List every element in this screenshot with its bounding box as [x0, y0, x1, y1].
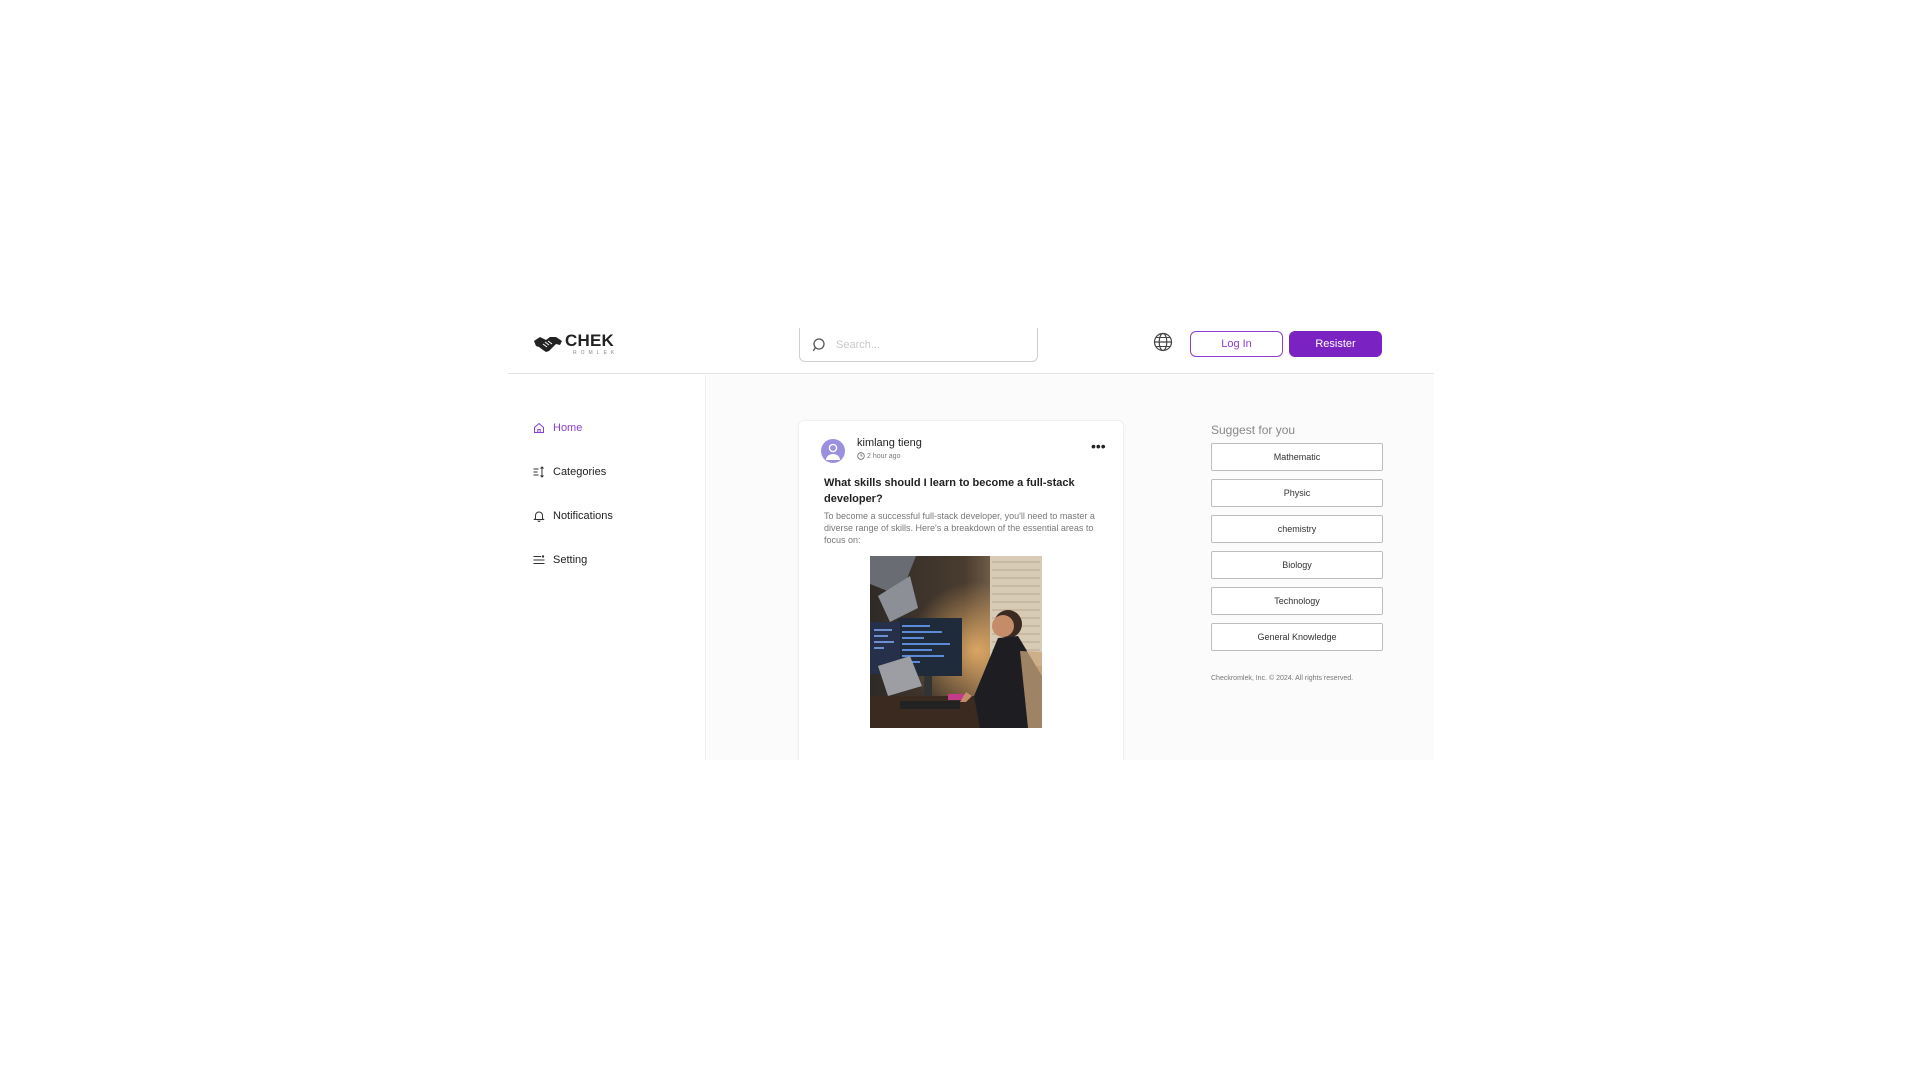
avatar[interactable] [821, 439, 845, 463]
sidebar-item-label: Setting [553, 554, 588, 566]
developer-desk-photo [870, 556, 1042, 728]
app-frame: CHEK ROMLEK Log In Resister H [508, 320, 1434, 760]
suggest-tag-biology[interactable]: Biology [1211, 551, 1383, 579]
globe-icon[interactable] [1153, 332, 1173, 352]
sidebar-item-label: Home [553, 422, 583, 434]
login-button[interactable]: Log In [1190, 331, 1283, 357]
sidebar-item-label: Categories [553, 466, 607, 478]
suggest-tag-general-knowledge[interactable]: General Knowledge [1211, 623, 1383, 651]
search-icon [812, 337, 825, 351]
categories-icon [533, 466, 544, 478]
sidebar: Home Categories Notifications Setting [508, 375, 706, 760]
sidebar-item-notifications[interactable]: Notifications [533, 507, 613, 525]
suggest-tag-mathematic[interactable]: Mathematic [1211, 443, 1383, 471]
sidebar-item-setting[interactable]: Setting [533, 551, 587, 569]
brand-name: CHEK [565, 331, 614, 350]
more-options-icon[interactable]: ••• [1091, 439, 1106, 453]
post-time-text: 2 hour ago [867, 452, 901, 460]
post-image[interactable] [870, 556, 1042, 728]
brand-subtitle: ROMLEK [573, 350, 619, 356]
post-author[interactable]: kimlang tieng [857, 437, 922, 449]
search-input[interactable] [836, 338, 1026, 351]
sidebar-item-categories[interactable]: Categories [533, 463, 606, 481]
user-icon [826, 443, 840, 460]
suggest-tag-chemistry[interactable]: chemistry [1211, 515, 1383, 543]
copyright-text: Checkromlek, Inc. © 2024. All rights res… [1211, 675, 1354, 682]
suggest-tag-physic[interactable]: Physic [1211, 479, 1383, 507]
register-button[interactable]: Resister [1289, 331, 1382, 357]
sidebar-item-home[interactable]: Home [533, 419, 582, 437]
search-box[interactable] [799, 328, 1038, 362]
brand-logo[interactable]: CHEK ROMLEK [533, 331, 618, 357]
post-time: 2 hour ago [857, 452, 900, 460]
post-body: To become a successful full-stack develo… [824, 511, 1095, 545]
handshake-logo-icon [534, 337, 562, 352]
settings-icon [533, 555, 545, 564]
suggest-tag-technology[interactable]: Technology [1211, 587, 1383, 615]
top-navbar: CHEK ROMLEK Log In Resister [508, 320, 1434, 374]
sidebar-item-label: Notifications [553, 510, 613, 522]
clock-icon [857, 452, 865, 460]
post-title[interactable]: What skills should I learn to become a f… [824, 475, 1104, 507]
suggest-title: Suggest for you [1211, 423, 1296, 437]
post-card[interactable]: kimlang tieng 2 hour ago ••• What skills… [798, 420, 1124, 760]
bell-icon [533, 511, 545, 522]
home-icon [534, 422, 544, 433]
